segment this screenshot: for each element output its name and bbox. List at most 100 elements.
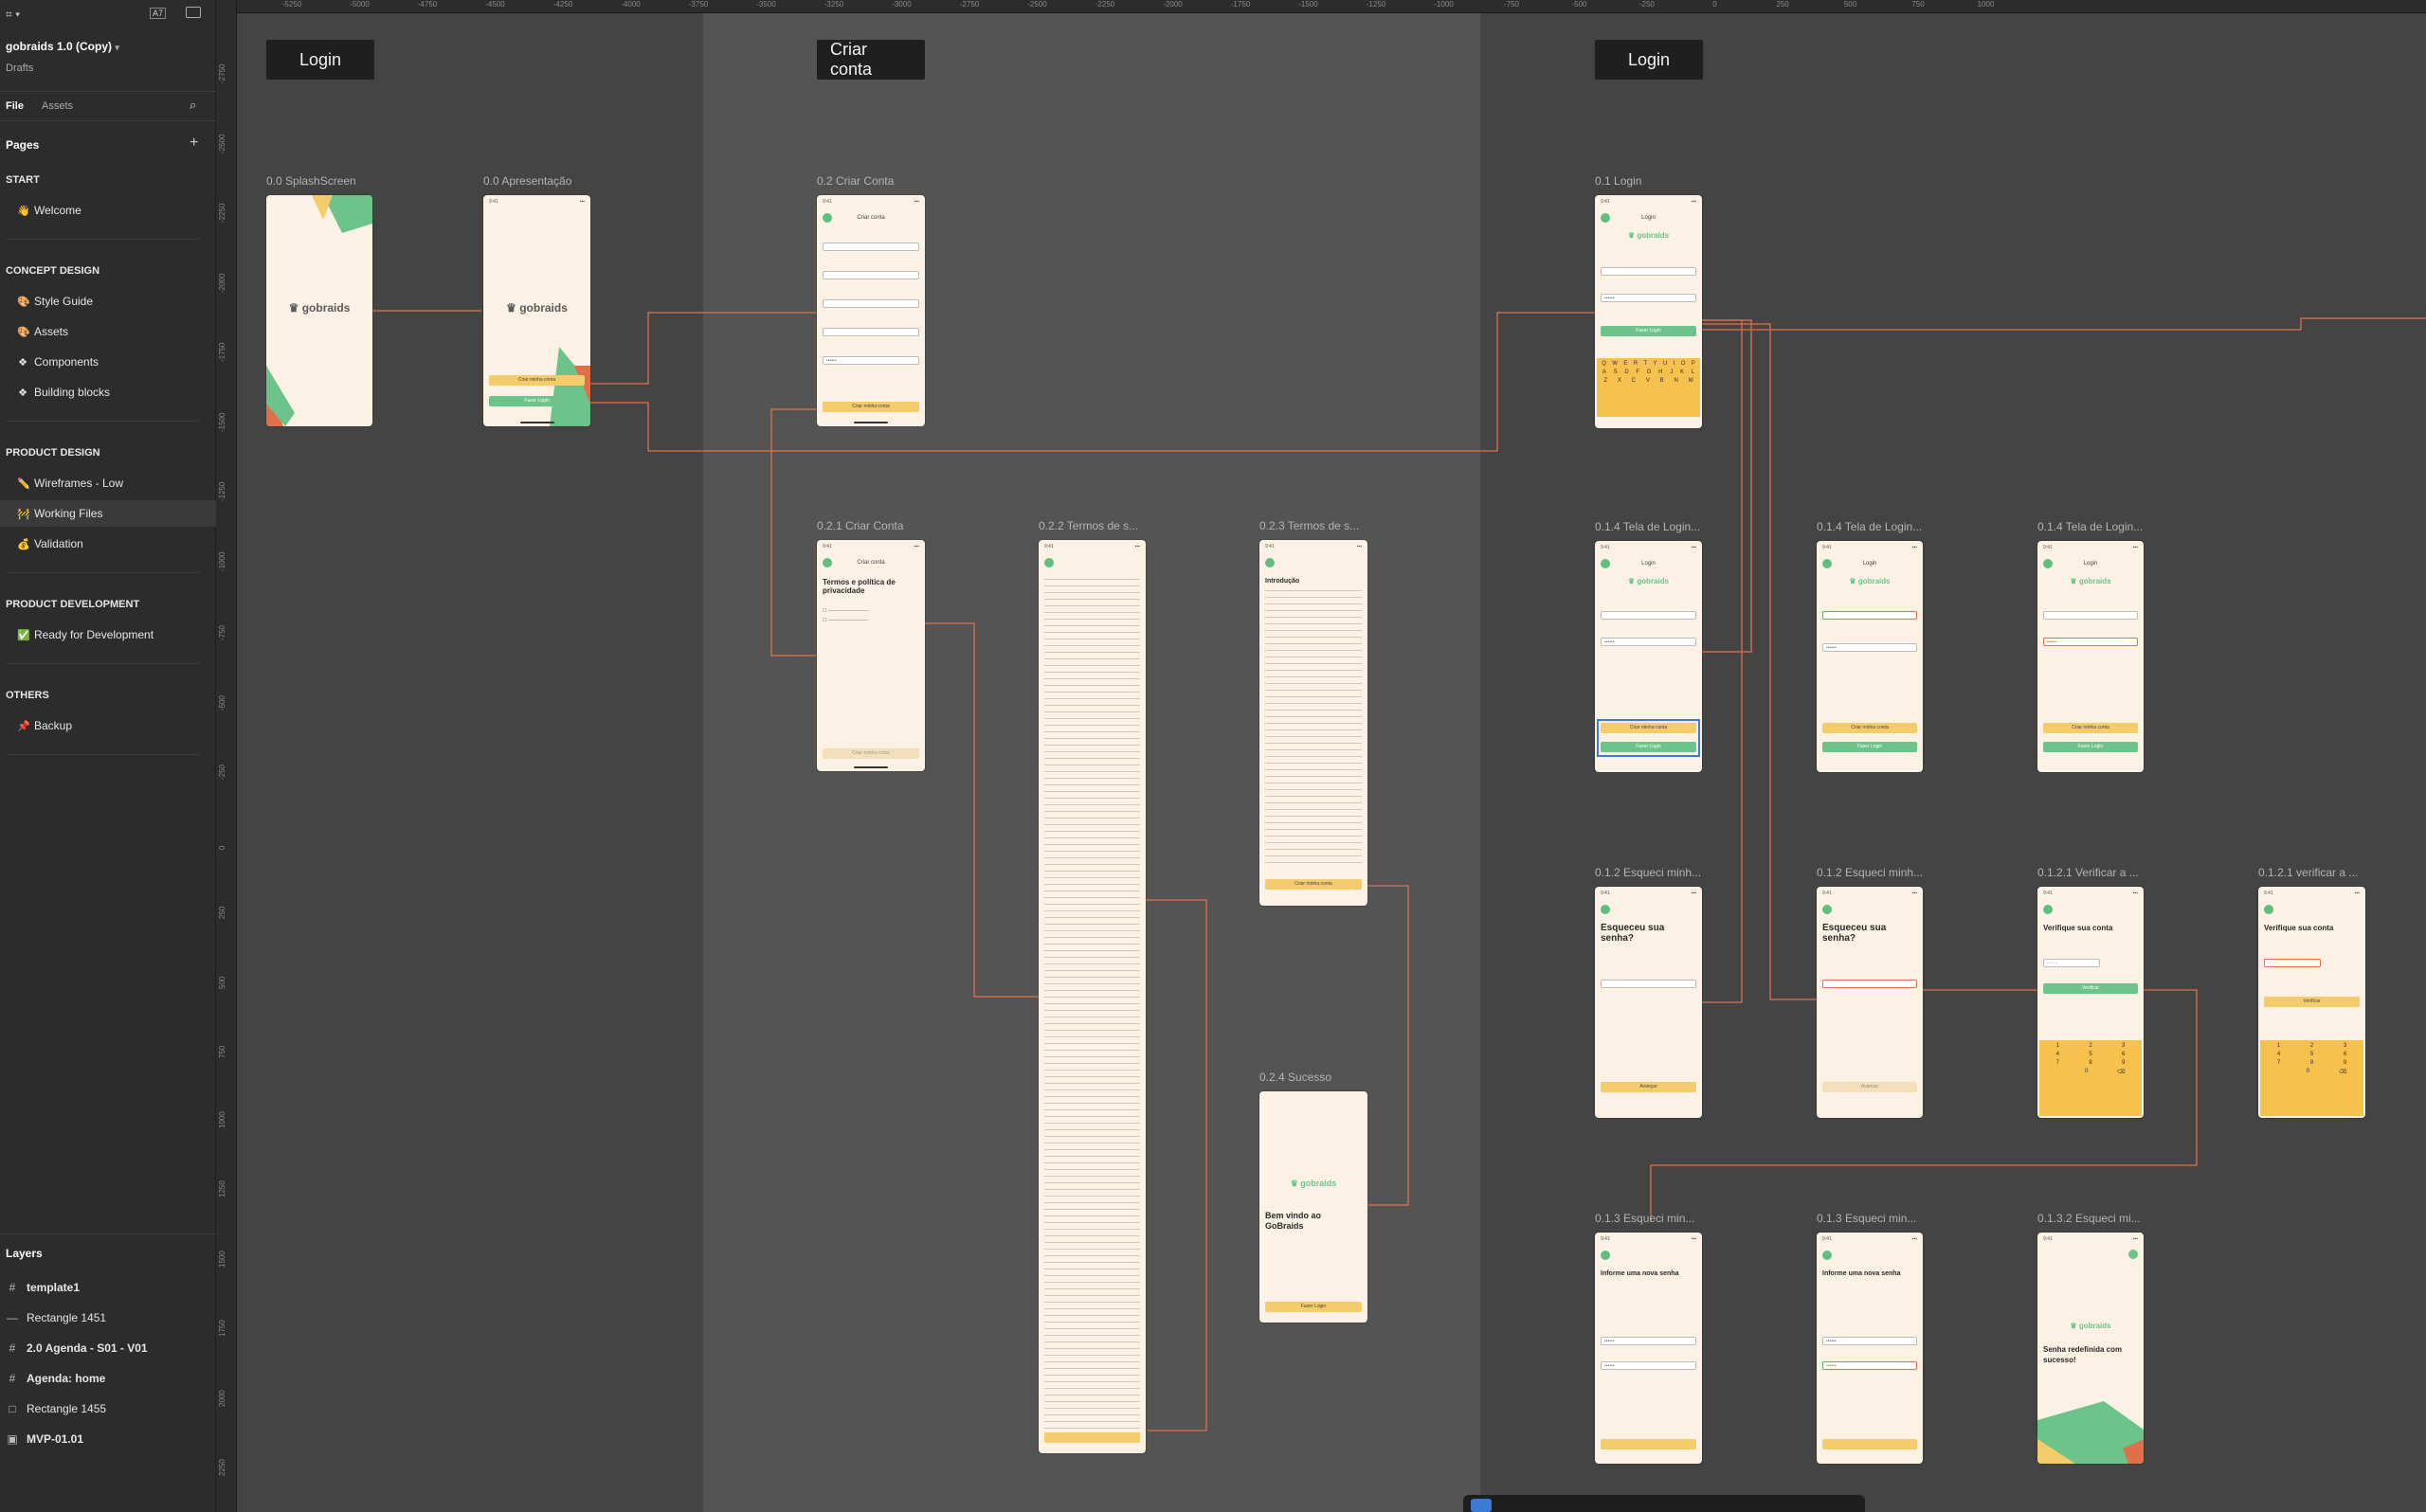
code-input[interactable]: ▫ ▫ ▫ ▫ <box>2043 959 2100 967</box>
section-label-login[interactable]: Login <box>1595 40 1703 80</box>
frame-label[interactable]: 0.1.2 Esqueci minh... <box>1817 866 1923 879</box>
frame-label[interactable]: 0.1.3 Esqueci min... <box>1595 1212 1694 1225</box>
email-field[interactable] <box>1601 611 1696 620</box>
input-field[interactable] <box>823 243 919 251</box>
criar-conta-button[interactable]: Criar minha conta <box>1265 879 1362 890</box>
search-icon[interactable]: ⌕ <box>190 98 196 113</box>
aceitar-button[interactable] <box>1044 1432 1140 1443</box>
frame-label[interactable]: 0.2.2 Termos de s... <box>1039 519 1138 532</box>
page-backup[interactable]: 📌 Backup <box>0 712 216 739</box>
input-field[interactable] <box>823 328 919 336</box>
back-button[interactable] <box>1265 558 1275 567</box>
email-field[interactable] <box>1601 267 1696 276</box>
confirm-password-field[interactable]: •••••• <box>1822 1361 1917 1370</box>
password-field[interactable]: •••••• <box>1822 1337 1917 1345</box>
page-building-blocks[interactable]: ❖ Building blocks <box>0 379 216 405</box>
page-assets[interactable]: 🎨 Assets <box>0 318 216 345</box>
layer-row[interactable]: # template1 <box>0 1273 216 1302</box>
back-button[interactable] <box>1822 905 1832 914</box>
frame-nova-senha[interactable]: 9:41 ▪▪▪ Informe uma nova senha •••••• ••… <box>1817 1233 1923 1464</box>
frame-label[interactable]: 0.1.4 Tela de Login... <box>2037 520 2143 533</box>
keyboard[interactable]: QWERTYUIOP ASDFGHJKL ZXCVBNM <box>1597 358 1700 417</box>
frame-label[interactable]: 0.1.3.2 Esqueci mi... <box>2037 1212 2141 1225</box>
frame-verificar-conta[interactable]: 9:41 ▪▪▪ Verifique sua conta ▫ ▫ ▫ ▫ Veri… <box>2258 887 2365 1118</box>
checkbox-privacy[interactable]: ☐ ──────────── <box>823 618 919 623</box>
tab-assets[interactable]: Assets <box>42 100 73 112</box>
checkbox-terms[interactable]: ☐ ──────────── <box>823 608 919 614</box>
page-welcome[interactable]: 👋 Welcome <box>0 197 216 224</box>
page-ready-for-development[interactable]: ✅ Ready for Development <box>0 621 216 648</box>
frame-label[interactable]: 0.2.4 Sucesso <box>1259 1071 1331 1084</box>
layer-row[interactable]: — Rectangle 1451 <box>0 1304 216 1332</box>
frame-label[interactable]: 0.1.2.1 verificar a ... <box>2258 866 2358 879</box>
move-tool-icon[interactable] <box>1471 1499 1492 1512</box>
confirm-button[interactable] <box>1822 1439 1917 1449</box>
email-field[interactable] <box>1822 980 1917 988</box>
password-field[interactable]: •••••• <box>1601 638 1696 646</box>
layer-row[interactable]: □ Rectangle 1455 <box>0 1395 216 1423</box>
back-button[interactable] <box>2264 905 2273 914</box>
design-canvas[interactable]: Login Criar conta Login 0.0 SplashScreen <box>216 0 2426 1512</box>
code-input[interactable]: ▫ ▫ ▫ ▫ <box>2264 959 2321 967</box>
back-button[interactable] <box>1601 905 1610 914</box>
back-button[interactable] <box>1044 558 1054 567</box>
layer-row[interactable]: ▣ MVP-01.01 <box>0 1425 216 1453</box>
tab-file[interactable]: File <box>6 100 24 112</box>
criar-conta-button[interactable]: Criar minha conta <box>1822 723 1917 733</box>
page-validation[interactable]: 💰 Validation <box>0 531 216 557</box>
file-name[interactable]: gobraids 1.0 (Copy) ▾ <box>6 40 119 53</box>
frame-label[interactable]: 0.2 Criar Conta <box>817 174 894 188</box>
layer-row[interactable]: #2.0 Agenda - S01 - V01 <box>0 1334 216 1362</box>
frame-termos[interactable]: 9:41 ▪▪▪ <box>1039 540 1146 1453</box>
criar-conta-button[interactable]: Criar minha conta <box>2043 723 2138 733</box>
verificar-button[interactable]: Verificar <box>2043 983 2138 994</box>
frame-sucesso[interactable]: ♛ gobraids Bem vindo ao GoBraids Fazer L… <box>1259 1091 1367 1323</box>
frame-login[interactable]: 9:41 ▪▪▪ Login ♛ gobraids •••••• Fazer Lo… <box>1595 195 1702 428</box>
frame-label[interactable]: 0.0 Apresentação <box>483 174 571 188</box>
criar-conta-button[interactable]: Criar minha conta <box>823 402 919 412</box>
frame-nova-senha[interactable]: 9:41 ▪▪▪ Informe uma nova senha •••••• ••… <box>1595 1233 1702 1464</box>
fazer-login-button[interactable]: Fazer Login <box>2043 742 2138 752</box>
avancar-button[interactable]: Avançar <box>1601 1082 1696 1092</box>
fazer-login-button[interactable]: Fazer Login <box>1265 1302 1362 1312</box>
page-working-files[interactable]: 🚧 Working Files <box>0 500 216 527</box>
numeric-keypad[interactable]: 123 456 789 0 ⌫ <box>2039 1040 2142 1116</box>
fazer-login-button[interactable]: Fazer Login <box>1601 742 1696 752</box>
frame-label[interactable]: 0.1.3 Esqueci min... <box>1817 1212 1916 1225</box>
fazer-login-button[interactable]: Fazer Login <box>489 396 585 406</box>
criar-conta-button[interactable]: Criar minha conta <box>1601 723 1696 733</box>
password-field[interactable]: •••••• <box>1601 1337 1696 1345</box>
layer-row[interactable]: # Agenda: home <box>0 1364 216 1393</box>
frame-tela-login[interactable]: 9:41 ▪▪▪ Login ♛ gobraids •••••• Criar mi… <box>1595 541 1702 772</box>
input-field[interactable] <box>823 299 919 308</box>
frame-label[interactable]: 0.2.1 Criar Conta <box>817 519 903 532</box>
email-field[interactable] <box>1822 611 1917 620</box>
email-field[interactable] <box>1601 980 1696 988</box>
back-button[interactable] <box>1601 1251 1610 1260</box>
password-field[interactable]: •••••• <box>1822 643 1917 652</box>
frame-tela-login[interactable]: 9:41 ▪▪▪ Login ♛ gobraids •••••• Criar mi… <box>1817 541 1923 772</box>
verificar-button[interactable]: Verificar <box>2264 997 2360 1007</box>
password-field[interactable]: •••••• <box>823 356 919 365</box>
frame-label[interactable]: 0.1.2 Esqueci minh... <box>1595 866 1701 879</box>
page-wireframes[interactable]: ✏️ Wireframes - Low <box>0 470 216 496</box>
frame-criar-conta[interactable]: 9:41 ▪▪▪ Criar conta •••••• Criar minha c… <box>817 195 925 426</box>
zoom-badge[interactable]: A7 <box>150 8 167 19</box>
frame-label[interactable]: 0.1.4 Tela de Login... <box>1817 520 1922 533</box>
confirm-button[interactable] <box>1601 1439 1696 1449</box>
input-field[interactable] <box>823 271 919 279</box>
page-components[interactable]: ❖ Components <box>0 349 216 375</box>
frame-criar-conta-termos[interactable]: 9:41 ▪▪▪ Criar conta Termos e política de… <box>817 540 925 771</box>
numeric-keypad[interactable]: 123 456 789 0 ⌫ <box>2260 1040 2363 1116</box>
add-page-icon[interactable]: + <box>190 135 198 152</box>
frame-splash[interactable]: ♛ gobraids <box>266 195 372 426</box>
frame-apresentacao[interactable]: 9:41 ▪▪▪ ♛ gobraids Criar minha conta Faz… <box>483 195 590 426</box>
bottom-toolbar[interactable] <box>1463 1495 1865 1512</box>
back-button[interactable] <box>2043 905 2053 914</box>
fazer-login-button[interactable]: Fazer Login <box>1601 326 1696 336</box>
toggle-sidebar-icon[interactable] <box>186 7 201 18</box>
confirm-password-field[interactable]: •••••• <box>1601 1361 1696 1370</box>
frame-politica[interactable]: 9:41 ▪▪▪ Introdução Criar minha conta <box>1259 540 1367 906</box>
close-button[interactable] <box>2128 1250 2138 1259</box>
frame-label[interactable]: 0.2.3 Termos de s... <box>1259 519 1359 532</box>
